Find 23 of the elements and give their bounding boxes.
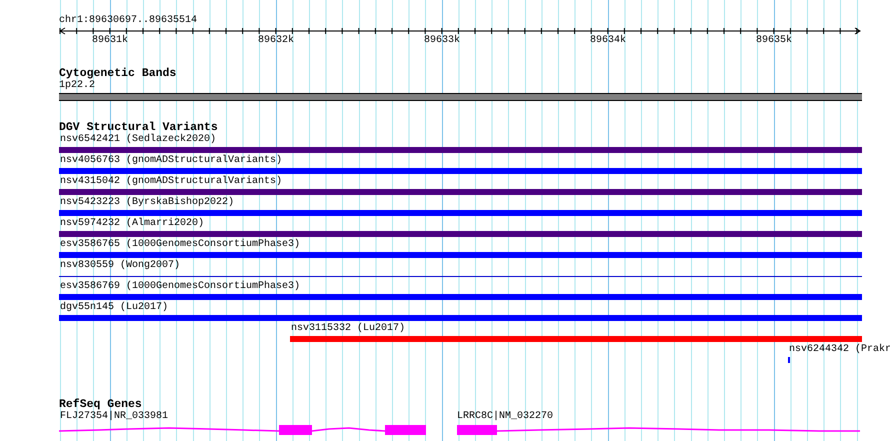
variant-label: nsv5423223 (ByrskaBishop2022)	[60, 197, 234, 209]
variant-label: nsv5974232 (Almarri2020)	[60, 218, 204, 230]
tick-label: 89634k	[590, 35, 626, 47]
gene-label: LRRC8C|NM_032270	[457, 411, 554, 423]
gene-label: FLJ27354|NR_033981	[60, 411, 168, 423]
track-title: DGV Structural Variants	[59, 122, 218, 134]
track-title: Cytogenetic Bands	[59, 68, 176, 80]
variant-label: nsv4056763 (gnomADStructuralVariants)	[60, 155, 282, 167]
band-label: 1p22.2	[59, 80, 96, 92]
variant-label: dgv55n145 (Lu2017)	[60, 302, 168, 314]
variant-label: esv3586769 (1000GenomesConsortiumPhase3)	[60, 281, 300, 293]
variant-label: nsv830559 (Wong2007)	[60, 260, 180, 272]
variant-label: nsv4315042 (gnomADStructuralVariants)	[60, 176, 282, 188]
tick-label: 89632k	[258, 35, 294, 47]
variant-label: nsv6542421 (Sedlazeck2020)	[60, 134, 216, 146]
tick-label: 89631k	[92, 35, 128, 47]
variant-label: nsv6244342 (Prakr	[789, 344, 890, 356]
location-label: chr1:89630697..89635514	[59, 15, 198, 27]
track-title: RefSeq Genes	[59, 399, 142, 411]
variant-label: esv3586765 (1000GenomesConsortiumPhase3)	[60, 239, 300, 251]
tick-label: 89635k	[756, 35, 792, 47]
variant-label: nsv3115332 (Lu2017)	[291, 323, 406, 335]
tick-label: 89633k	[424, 35, 460, 47]
